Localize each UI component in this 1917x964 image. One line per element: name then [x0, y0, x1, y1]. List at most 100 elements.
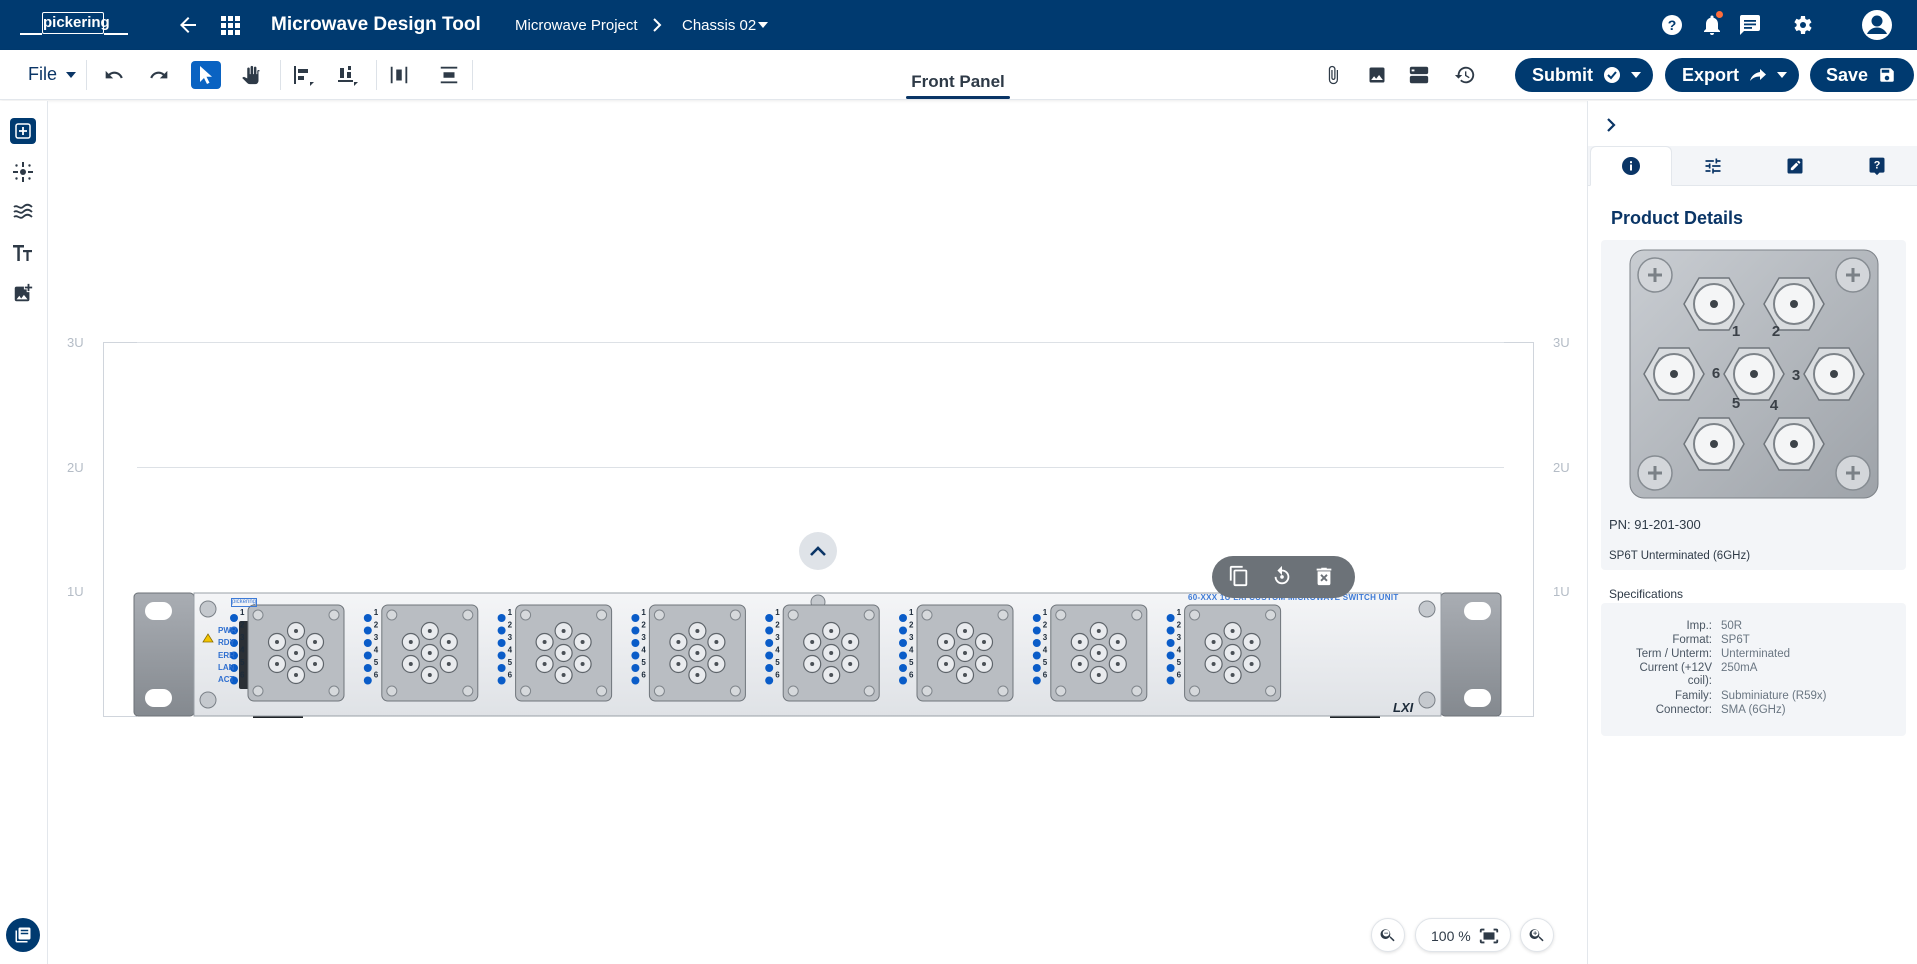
channel-number: 5 — [775, 658, 780, 667]
spec-key: coil): — [1687, 675, 1712, 687]
text-icon[interactable] — [10, 240, 36, 266]
module-screw — [729, 685, 741, 697]
align-left-icon[interactable] — [288, 61, 318, 89]
channel-led — [899, 664, 907, 672]
channel-led — [1032, 664, 1041, 672]
undo-icon[interactable] — [99, 61, 129, 89]
info-icon[interactable] — [1590, 146, 1672, 186]
zoom-out-button[interactable] — [1371, 918, 1405, 952]
module-screw — [462, 685, 474, 697]
connector-number: 2 — [1772, 323, 1780, 340]
attachment-icon[interactable] — [1318, 61, 1348, 89]
sma-pin — [676, 640, 681, 644]
module-screw — [729, 609, 741, 621]
rack-unit-gridline — [137, 342, 1504, 343]
sma-pin — [963, 673, 967, 677]
fit-screen-icon[interactable] — [1478, 925, 1500, 947]
align-bottom-icon[interactable] — [332, 61, 362, 89]
waves-icon[interactable] — [10, 199, 36, 225]
rotate-icon[interactable] — [1271, 565, 1295, 589]
redo-icon[interactable] — [144, 61, 174, 89]
help-icon[interactable]: ? — [1836, 146, 1917, 186]
sma-pin — [944, 640, 948, 644]
tab-front-panel[interactable]: Front Panel — [906, 72, 1010, 92]
apps-grid-icon[interactable] — [218, 13, 242, 37]
account-icon[interactable] — [1861, 9, 1893, 41]
channel-led — [899, 651, 907, 660]
distribute-horizontal-icon[interactable] — [384, 61, 414, 89]
channel-number: 4 — [775, 646, 780, 655]
delete-icon[interactable] — [1313, 565, 1337, 589]
breadcrumb-project[interactable]: Microwave Project — [515, 17, 638, 34]
rack-rail-left — [103, 342, 137, 717]
channel-led — [631, 664, 640, 672]
sma-pin — [1670, 370, 1678, 378]
module-screw — [787, 685, 799, 697]
channel-led — [363, 651, 372, 660]
zoom-in-button[interactable] — [1520, 918, 1554, 952]
module-screw — [1131, 685, 1143, 697]
help-icon[interactable]: ? — [1660, 13, 1684, 37]
distribute-vertical-icon[interactable] — [434, 61, 464, 89]
chat-icon[interactable] — [1738, 13, 1762, 37]
file-menu[interactable]: File — [28, 64, 77, 85]
spec-value: SMA (6GHz) — [1721, 704, 1786, 716]
channel-number: 4 — [909, 646, 914, 655]
tune-icon[interactable] — [1672, 146, 1754, 186]
channel-number: 3 — [909, 633, 914, 642]
breadcrumb-chassis[interactable]: Chassis 02 — [682, 17, 756, 34]
channel-number: 2 — [508, 621, 513, 630]
channel-number: 2 — [1177, 621, 1182, 630]
sma-pin — [446, 640, 451, 644]
channel-number: 6 — [1043, 671, 1048, 680]
toolbar-divider — [86, 60, 87, 90]
zoom-level-value: 100 % — [1431, 928, 1471, 944]
specifications-title: Specifications — [1609, 587, 1684, 601]
save-button[interactable]: Save — [1810, 58, 1914, 92]
module-screw — [252, 609, 264, 621]
rack-unit-label: 2U — [1553, 460, 1570, 475]
pan-hand-icon[interactable] — [236, 61, 266, 89]
expand-up-button[interactable] — [799, 532, 837, 570]
product-card: 123456 PN: 91-201-300 SP6T Unterminated … — [1601, 240, 1906, 570]
sma-pin — [1230, 651, 1235, 655]
pickering-logo[interactable]: pickering — [20, 9, 128, 41]
zoom-level-control[interactable]: 100 % — [1415, 918, 1511, 952]
component-icon[interactable] — [10, 159, 36, 185]
chassis-front-panel[interactable]: 1 2 3 4 5 6 1 2 3 4 5 6 1 2 3 4 5 6 1 2 3 4 5 6 1 2 3 4 5 6 1 2 3 4 5 6 1 2 3 4… — [133, 591, 1503, 718]
back-arrow-icon[interactable] — [176, 13, 200, 37]
channel-number: 4 — [1043, 646, 1048, 655]
channel-number: 1 — [909, 608, 914, 617]
module-screw — [1265, 609, 1277, 621]
toolbar-divider — [376, 60, 377, 90]
edit-icon[interactable] — [1754, 146, 1836, 186]
add-image-icon[interactable] — [10, 280, 36, 306]
channel-led — [497, 626, 506, 635]
channel-number: 6 — [374, 671, 379, 680]
channel-number: 2 — [775, 621, 780, 630]
select-pointer-icon[interactable] — [191, 61, 221, 89]
chassis-dropdown-icon[interactable] — [758, 21, 768, 29]
channel-number: 1 — [240, 608, 245, 617]
image-icon[interactable] — [1362, 61, 1392, 89]
submit-button[interactable]: Submit — [1515, 58, 1653, 92]
history-icon[interactable] — [1450, 61, 1480, 89]
layout-icon[interactable] — [1404, 61, 1434, 89]
sma-pin — [294, 629, 298, 633]
spec-key: Imp.: — [1686, 620, 1712, 632]
collapse-panel-icon[interactable] — [1605, 117, 1617, 133]
floppy-disk-icon — [1880, 68, 1894, 82]
channel-led — [765, 614, 774, 622]
channel-number: 2 — [1043, 621, 1048, 630]
file-dropdown-icon — [66, 72, 77, 79]
channel-led — [765, 664, 774, 672]
lxi-logo: LXI — [1393, 700, 1414, 715]
add-icon[interactable] — [10, 118, 36, 144]
export-button[interactable]: Export — [1665, 58, 1799, 92]
sma-pin — [810, 640, 815, 644]
copy-icon[interactable] — [1228, 565, 1252, 589]
notes-button[interactable] — [6, 918, 40, 952]
gear-icon[interactable] — [1790, 13, 1814, 37]
sma-pin — [1230, 673, 1235, 677]
sma-pin — [1230, 629, 1235, 633]
